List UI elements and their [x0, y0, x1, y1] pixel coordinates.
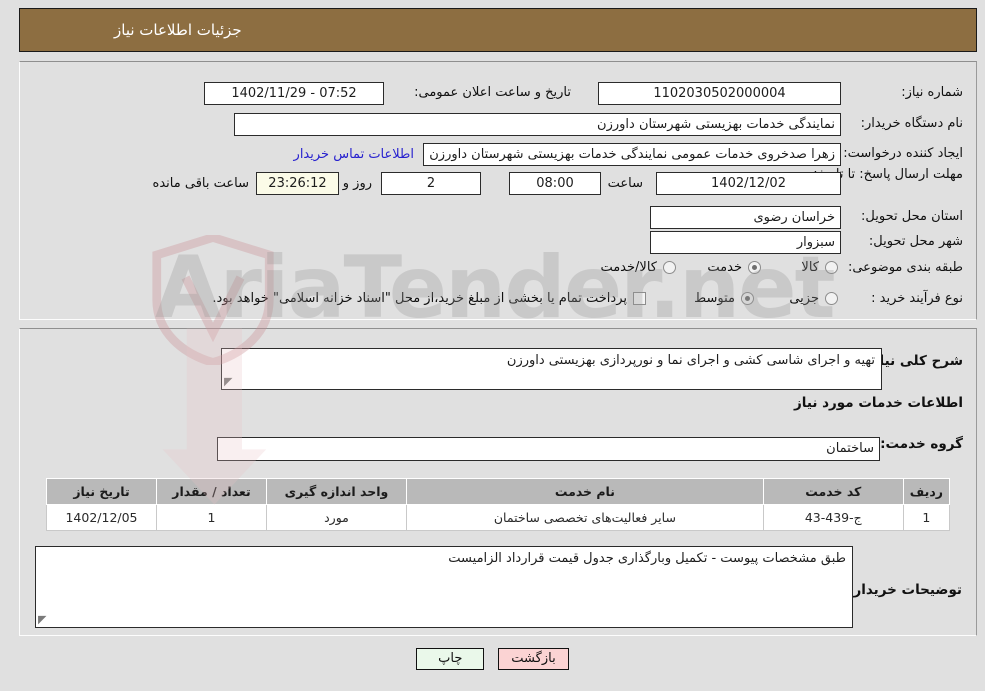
table-header-row: ردیف کد خدمت نام خدمت واحد اندازه گیری ت…: [46, 478, 951, 505]
category-radio-kala-khedmat[interactable]: کالا/خدمت: [600, 260, 676, 275]
radio-circle-icon[interactable]: [663, 261, 676, 274]
cell-unit: مورد: [266, 504, 407, 531]
hour-value: 08:00: [509, 172, 601, 195]
general-desc-value: تهیه و اجرای شاسی کشی و اجرای نما و نورپ…: [506, 353, 875, 368]
need-number-value: 1102030502000004: [598, 82, 841, 105]
days-label: روز و: [342, 176, 372, 191]
print-button[interactable]: چاپ: [416, 648, 485, 670]
province-label: استان محل تحویل:: [861, 209, 963, 224]
category-radio-label: کالا/خدمت: [600, 260, 657, 275]
need-number-label: شماره نیاز:: [901, 85, 963, 100]
buyer-org-value: نمایندگی خدمات بهزیستی شهرستان داورزن: [234, 113, 841, 136]
cell-qty: 1: [156, 504, 267, 531]
action-button-bar: بازگشت چاپ: [0, 648, 985, 670]
services-section-title: اطلاعات خدمات مورد نیاز: [793, 395, 963, 411]
radio-circle-selected-icon[interactable]: [741, 292, 754, 305]
creator-value: زهرا صدخروی خدمات عمومی نمایندگی خدمات ب…: [423, 143, 841, 166]
city-value: سبزوار: [650, 231, 841, 254]
days-remaining-value: 2: [381, 172, 481, 195]
col-name: نام خدمت: [406, 478, 764, 505]
buyer-contact-link[interactable]: اطلاعات تماس خریدار: [294, 143, 414, 166]
services-table: ردیف کد خدمت نام خدمت واحد اندازه گیری ت…: [46, 478, 951, 531]
back-button[interactable]: بازگشت: [498, 648, 569, 670]
province-value: خراسان رضوی: [650, 206, 841, 229]
purchase-type-radio-label: جزیی: [789, 291, 819, 306]
category-radio-label: خدمت: [707, 260, 742, 275]
buyer-notes-textarea[interactable]: طبق مشخصات پیوست - تکمیل وبارگذاری جدول …: [35, 546, 853, 628]
col-code: کد خدمت: [762, 478, 904, 505]
col-unit: واحد اندازه گیری: [266, 478, 407, 505]
checkbox-icon[interactable]: [633, 292, 646, 305]
countdown-value: 23:26:12: [256, 172, 339, 195]
category-radio-label: کالا: [801, 260, 819, 275]
countdown-label: ساعت باقی مانده: [152, 176, 249, 191]
deadline-date-value: 1402/12/02: [656, 172, 841, 195]
category-radio-kala[interactable]: کالا: [801, 260, 838, 275]
cell-index: 1: [902, 504, 951, 531]
service-group-label: گروه خدمت:: [880, 436, 963, 452]
buyer-org-label: نام دستگاه خریدار:: [860, 116, 963, 131]
category-label: طبقه بندی موضوعی:: [847, 260, 963, 275]
radio-circle-icon[interactable]: [825, 261, 838, 274]
city-label: شهر محل تحویل:: [868, 234, 963, 249]
col-date: تاریخ نیاز: [46, 478, 157, 505]
hour-label: ساعت: [607, 176, 643, 191]
buyer-notes-value: طبق مشخصات پیوست - تکمیل وبارگذاری جدول …: [448, 551, 846, 566]
category-radio-khedmat[interactable]: خدمت: [707, 260, 761, 275]
general-desc-textarea[interactable]: تهیه و اجرای شاسی کشی و اجرای نما و نورپ…: [221, 348, 882, 390]
islamic-treasury-checkbox-group[interactable]: پرداخت تمام یا بخشی از مبلغ خرید،از محل …: [212, 291, 646, 306]
col-qty: تعداد / مقدار: [156, 478, 267, 505]
purchase-type-radio-label: متوسط: [694, 291, 735, 306]
cell-name: سایر فعالیت‌های تخصصی ساختمان: [406, 504, 764, 531]
page-header-bar: جزئیات اطلاعات نیاز: [19, 8, 977, 52]
public-announce-value: 07:52 - 1402/11/29: [204, 82, 384, 105]
purchase-type-radio-motevaset[interactable]: متوسط: [694, 291, 754, 306]
page-title: جزئیات اطلاعات نیاز: [114, 21, 242, 39]
resize-grip-icon[interactable]: ◥: [38, 613, 50, 626]
cell-code: ج-439-43: [762, 504, 904, 531]
purchase-type-label: نوع فرآیند خرید :: [871, 291, 963, 306]
radio-circle-icon[interactable]: [825, 292, 838, 305]
col-index: ردیف: [902, 478, 951, 505]
purchase-type-radio-jozee[interactable]: جزیی: [789, 291, 838, 306]
deadline-label: مهلت ارسال پاسخ: تا تاریخ:: [813, 167, 963, 182]
public-announce-label: تاریخ و ساعت اعلان عمومی:: [414, 85, 571, 100]
need-summary-panel: شماره نیاز: 1102030502000004 تاریخ و ساع…: [19, 61, 977, 320]
cell-date: 1402/12/05: [46, 504, 157, 531]
resize-grip-icon[interactable]: ◥: [224, 375, 236, 388]
creator-label: ایجاد کننده درخواست:: [843, 146, 963, 161]
islamic-treasury-note: پرداخت تمام یا بخشی از مبلغ خرید،از محل …: [212, 291, 627, 306]
service-group-value: ساختمان: [217, 437, 880, 461]
buyer-notes-label: توضیحات خریدار:: [848, 582, 962, 598]
table-row[interactable]: 1 ج-439-43 سایر فعالیت‌های تخصصی ساختمان…: [46, 504, 951, 531]
radio-circle-selected-icon[interactable]: [748, 261, 761, 274]
